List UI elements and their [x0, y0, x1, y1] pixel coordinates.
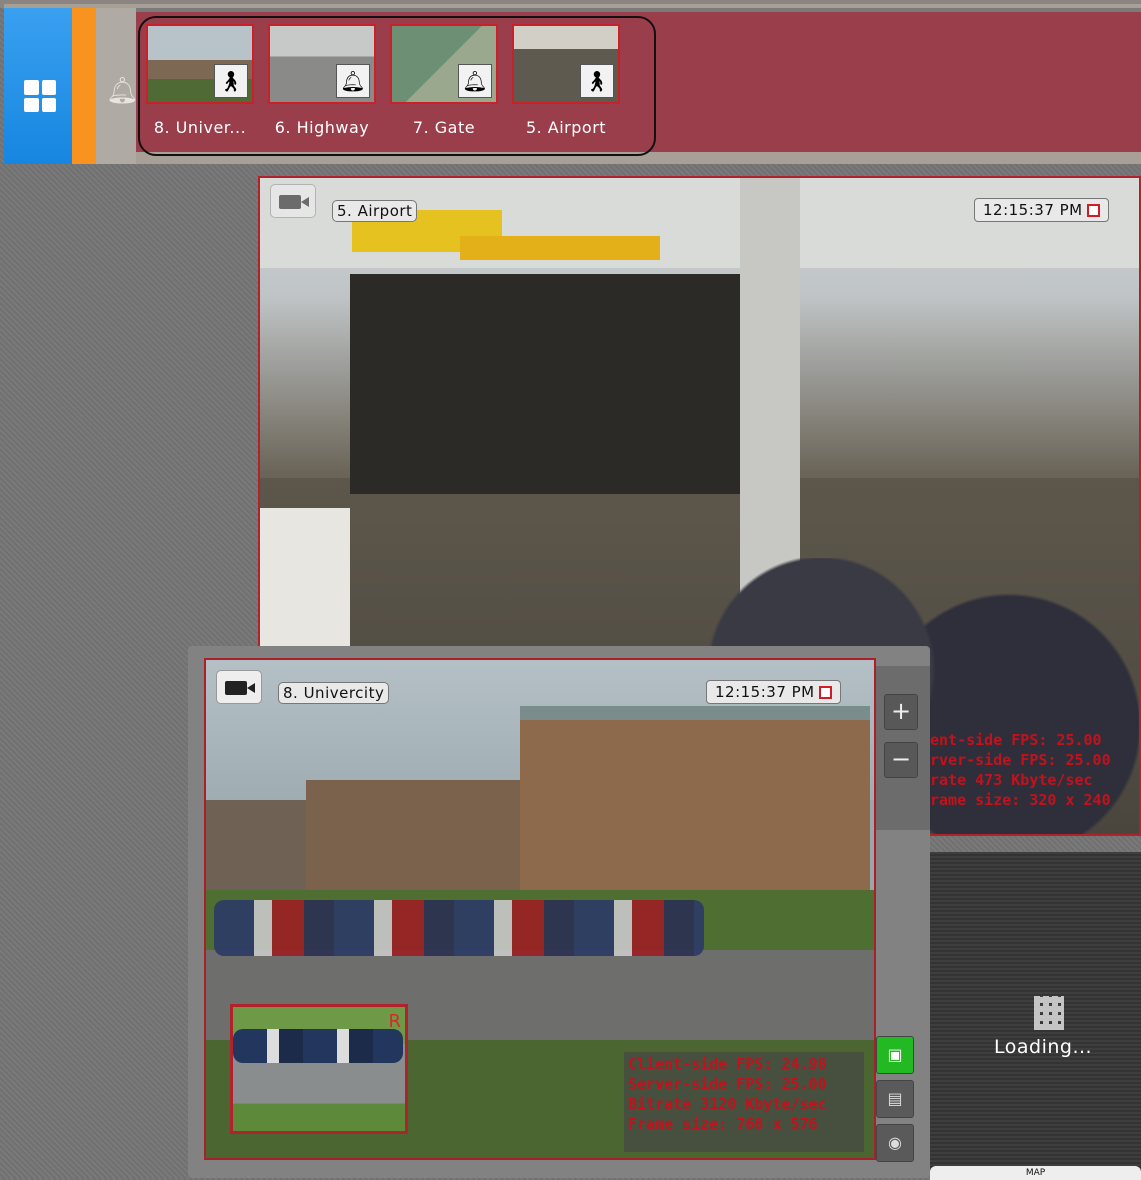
stat-line: Bitrate 3120 Kbyte/sec — [628, 1095, 827, 1113]
camera-title: 8. Univercity — [278, 682, 390, 704]
stat-line: Server-side FPS: 25.00 — [628, 1075, 827, 1093]
alarm-thumbnail-univercity[interactable]: 🚶︎ 8. Univer... — [146, 24, 254, 137]
camera-view-university[interactable]: 8. Univercity 12:15:37 PM R Client-side … — [204, 658, 876, 1160]
alarm-toggle[interactable]: 🔔︎ — [96, 8, 140, 164]
home-button[interactable] — [4, 8, 72, 164]
alarm-thumbnail-gate[interactable]: 🔔︎ 7. Gate — [390, 24, 498, 137]
stat-line: ent-side FPS: 25.00 — [930, 731, 1102, 749]
zoom-out-button[interactable]: − — [884, 742, 918, 778]
stat-line: rate 473 Kbyte/sec — [930, 771, 1093, 789]
alarm-thumbnail-highway[interactable]: 🔔︎ 6. Highway — [268, 24, 376, 137]
alarm-thumbnail-airport[interactable]: 🚶︎ 5. Airport — [512, 24, 620, 137]
zoom-in-button[interactable]: + — [884, 694, 918, 730]
stat-line: Client-side FPS: 24.98 — [628, 1055, 827, 1073]
thumbnail-label: 7. Gate — [412, 118, 476, 137]
loading-icon — [1034, 996, 1064, 1030]
camera-icon — [216, 670, 262, 704]
video-scene — [233, 1029, 403, 1063]
video-scene — [214, 900, 704, 956]
loading-text: Loading... — [994, 1036, 1093, 1058]
live-view-button[interactable]: ▣ — [876, 1036, 914, 1074]
camera-preview: 🚶︎ — [512, 24, 620, 104]
archive-icon: ▤ — [887, 1089, 903, 1108]
windows-grid-icon — [24, 80, 56, 112]
bell-hand-icon: 🔔︎ — [336, 64, 370, 98]
thumbnail-label: 8. Univer... — [153, 118, 247, 137]
layout-indicator — [72, 8, 96, 164]
monitor-icon: ▣ — [887, 1045, 903, 1064]
thumbnail-label: 6. Highway — [274, 118, 370, 137]
camera-preview: 🔔︎ — [268, 24, 376, 104]
person-walking-icon: 🚶︎ — [214, 64, 248, 98]
eye-icon: ◉ — [888, 1133, 902, 1152]
viewer-button[interactable]: ◉ — [876, 1124, 914, 1162]
video-scene — [460, 236, 660, 260]
timestamp: 12:15:37 PM — [974, 198, 1109, 222]
picture-in-picture[interactable]: R — [230, 1004, 408, 1134]
stat-line: rver-side FPS: 25.00 — [930, 751, 1111, 769]
stat-line: rame size: 320 x 240 — [930, 791, 1111, 809]
camera-icon — [270, 184, 316, 218]
video-scene — [350, 274, 790, 494]
bell-icon: 🔔︎ — [106, 76, 140, 106]
video-scene — [206, 800, 316, 890]
camera-preview: 🚶︎ — [146, 24, 254, 104]
camera-preview: 🔔︎ — [390, 24, 498, 104]
bell-hand-icon: 🔔︎ — [458, 64, 492, 98]
stream-stats: Client-side FPS: 24.98 Server-side FPS: … — [628, 1054, 827, 1134]
stream-stats: ent-side FPS: 25.00 rver-side FPS: 25.00… — [930, 730, 1111, 810]
timestamp-text: 12:15:37 PM — [983, 201, 1083, 219]
record-icon — [818, 686, 832, 699]
record-icon — [1086, 204, 1100, 217]
person-walking-icon: 🚶︎ — [580, 64, 614, 98]
timestamp-text: 12:15:37 PM — [715, 683, 815, 701]
pip-label: R — [388, 1011, 401, 1032]
thumbnail-label: 5. Airport — [525, 118, 607, 137]
stat-line: Frame size: 768 x 576 — [628, 1115, 818, 1133]
archive-button[interactable]: ▤ — [876, 1080, 914, 1118]
camera-title: 5. Airport — [332, 200, 418, 222]
timestamp: 12:15:37 PM — [706, 680, 841, 704]
